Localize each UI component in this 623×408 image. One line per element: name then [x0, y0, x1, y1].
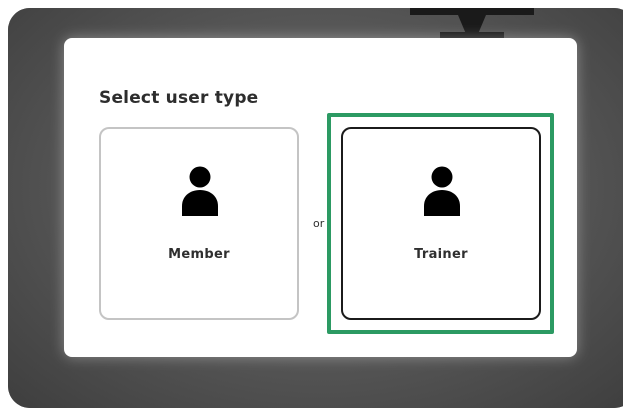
or-separator: or — [313, 217, 325, 230]
select-user-type-dialog: Select user type Member or Trainer — [64, 38, 577, 357]
member-option-card[interactable]: Member — [99, 127, 299, 320]
background-monitor-icon — [410, 8, 534, 38]
member-option-label: Member — [168, 247, 230, 262]
trainer-option-card[interactable]: Trainer — [341, 127, 541, 320]
user-icon — [424, 166, 460, 216]
dialog-title: Select user type — [99, 88, 259, 108]
user-icon — [182, 166, 218, 216]
trainer-option-label: Trainer — [414, 247, 468, 262]
